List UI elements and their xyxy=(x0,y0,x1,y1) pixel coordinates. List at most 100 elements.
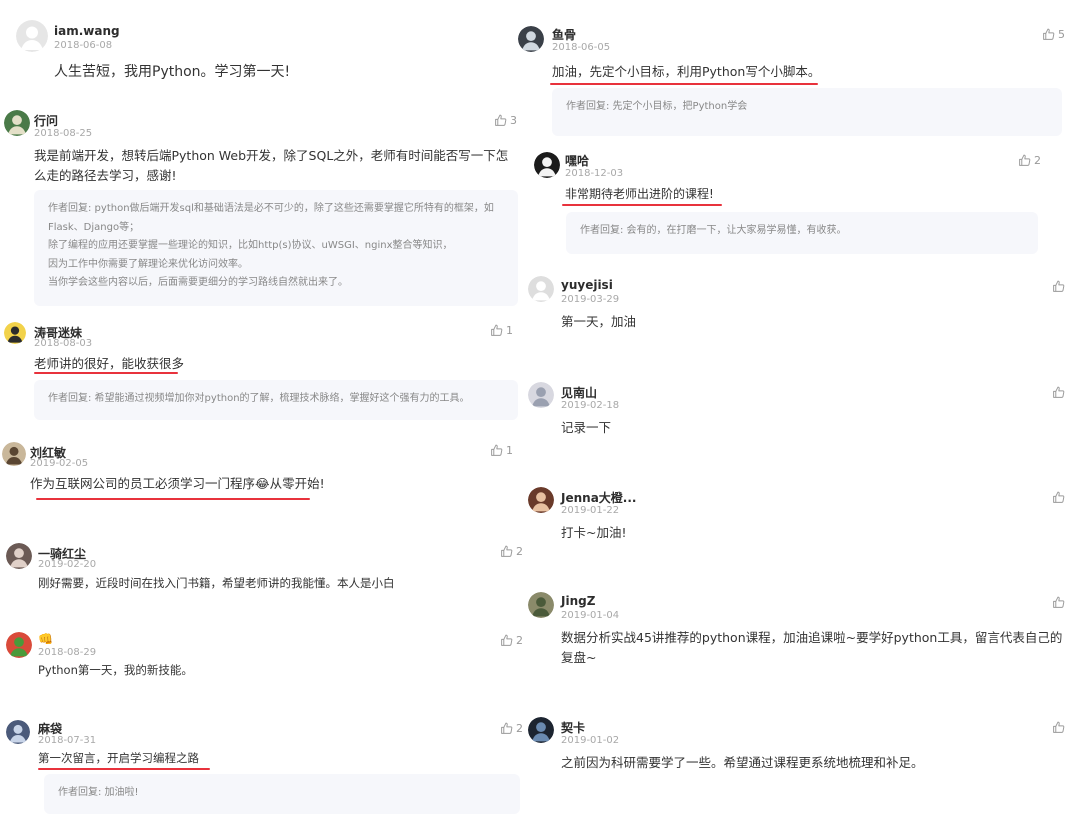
comment-date: 2019-01-04 xyxy=(561,610,620,621)
comment-text: 数据分析实战45讲推荐的python课程，加油追课啦~要学好python工具，留… xyxy=(561,630,1063,665)
commenter-name[interactable]: 行问 xyxy=(34,112,58,129)
author-reply-line: 除了编程的应用还要掌握一些理论的知识，比如http(s)协议、uWSGI、ngi… xyxy=(48,240,453,251)
author-reply-line: 因为工作中你需要了解理论来优化访问效率。 xyxy=(48,258,248,270)
author-reply-line: 作者回复: 先定个小目标，把Python学会 xyxy=(566,101,748,112)
comment-text: 我是前端开发，想转后端Python Web开发，除了SQL之外，老师有时间能否写… xyxy=(34,148,509,183)
commenter-name[interactable]: 👊 xyxy=(38,632,53,646)
like-count: 1 xyxy=(506,324,513,337)
avatar[interactable] xyxy=(528,276,554,302)
thumbs-up-icon xyxy=(490,444,503,457)
comment-text: 加油，先定个小目标，利用Python写个小脚本。 xyxy=(552,64,821,79)
comment-text: Python第一天，我的新技能。 xyxy=(38,663,193,677)
author-reply: 作者回复: 加油啦! xyxy=(44,774,520,814)
thumbs-up-icon xyxy=(490,324,503,337)
highlight-underline xyxy=(36,498,310,500)
thumbs-up-icon xyxy=(1052,596,1065,609)
avatar[interactable] xyxy=(528,717,554,743)
author-reply-line: 作者回复: 会有的，在打磨一下，让大家易学易懂，有收获。 xyxy=(580,225,847,236)
like-button[interactable]: 1 xyxy=(490,444,513,457)
comment-date: 2019-01-22 xyxy=(561,505,620,516)
thumbs-up-icon xyxy=(1052,491,1065,504)
comment-date: 2019-01-02 xyxy=(561,735,620,746)
like-button[interactable] xyxy=(1052,280,1068,293)
avatar[interactable] xyxy=(6,720,30,744)
like-count: 2 xyxy=(516,545,523,558)
like-button[interactable]: 2 xyxy=(500,722,523,735)
commenter-name[interactable]: 见南山 xyxy=(561,384,597,401)
comment-text: 第一次留言，开启学习编程之路 xyxy=(38,751,199,765)
thumbs-up-icon xyxy=(500,722,513,735)
highlight-underline xyxy=(550,83,818,85)
author-reply: 作者回复: python做后端开发sql和基础语法是必不可少的，除了这些还需要掌… xyxy=(34,190,518,306)
comment-date: 2019-02-20 xyxy=(38,559,97,570)
avatar[interactable] xyxy=(528,487,554,513)
like-count: 2 xyxy=(516,634,523,647)
author-reply: 作者回复: 希望能通过视频增加你对python的了解，梳理技术脉络，掌握好这个强… xyxy=(34,380,518,420)
highlight-underline xyxy=(34,372,178,374)
avatar[interactable] xyxy=(4,322,26,344)
highlight-underline xyxy=(38,768,210,770)
commenter-name[interactable]: JingZ xyxy=(561,594,595,608)
comment-text: 刚好需要，近段时间在找入门书籍，希望老师讲的我能懂。本人是小白 xyxy=(38,576,395,590)
comment-date: 2018-06-08 xyxy=(54,40,113,51)
comment-text: 非常期待老师出进阶的课程! xyxy=(565,187,714,201)
author-reply: 作者回复: 会有的，在打磨一下，让大家易学易懂，有收获。 xyxy=(566,212,1038,254)
like-count: 5 xyxy=(1058,28,1065,41)
comment-date: 2019-02-18 xyxy=(561,400,620,411)
highlight-underline xyxy=(562,204,722,206)
commenter-name[interactable]: 嘿哈 xyxy=(565,152,589,169)
comment-text: 之前因为科研需要学了一些。希望通过课程更系统地梳理和补足。 xyxy=(561,755,924,770)
comment-date: 2019-03-29 xyxy=(561,294,620,305)
comment-date: 2018-08-03 xyxy=(34,338,93,349)
comment-date: 2018-08-25 xyxy=(34,128,93,139)
comment-text: 人生苦短，我用Python。学习第一天! xyxy=(54,64,291,80)
like-button[interactable] xyxy=(1052,491,1068,504)
avatar[interactable] xyxy=(6,543,32,569)
author-reply-line: 作者回复: python做后端开发sql和基础语法是必不可少的，除了这些还需要掌… xyxy=(48,203,494,233)
thumbs-up-icon xyxy=(500,545,513,558)
like-button[interactable]: 2 xyxy=(500,545,523,558)
like-button[interactable]: 1 xyxy=(490,324,513,337)
author-reply-line: 作者回复: 加油啦! xyxy=(58,787,139,798)
comment-date: 2019-02-05 xyxy=(30,458,89,469)
like-button[interactable]: 2 xyxy=(1018,154,1041,167)
avatar[interactable] xyxy=(528,382,554,408)
commenter-name[interactable]: 鱼骨 xyxy=(552,26,576,43)
comment-text: 打卡~加油! xyxy=(561,525,627,540)
like-count: 1 xyxy=(506,444,513,457)
like-count: 2 xyxy=(516,722,523,735)
author-reply-line: 当你学会这些内容以后，后面需要更细分的学习路线自然就出来了。 xyxy=(48,277,348,288)
like-button[interactable]: 2 xyxy=(500,634,523,647)
comment-date: 2018-08-29 xyxy=(38,647,97,658)
commenter-name[interactable]: iam.wang xyxy=(54,24,120,38)
thumbs-up-icon xyxy=(494,114,507,127)
avatar[interactable] xyxy=(16,20,48,52)
avatar[interactable] xyxy=(534,152,560,178)
comment-text: 作为互联网公司的员工必须学习一门程序😂从零开始! xyxy=(30,476,325,491)
author-reply-line: 作者回复: 希望能通过视频增加你对python的了解，梳理技术脉络，掌握好这个强… xyxy=(48,393,470,404)
thumbs-up-icon xyxy=(1018,154,1031,167)
thumbs-up-icon xyxy=(1042,28,1055,41)
commenter-name[interactable]: 契卡 xyxy=(561,719,585,736)
comment-date: 2018-12-03 xyxy=(565,168,624,179)
comment-text: 记录一下 xyxy=(561,420,612,435)
avatar[interactable] xyxy=(4,110,30,136)
commenter-name[interactable]: yuyejisi xyxy=(561,278,613,292)
commenter-name[interactable]: Jenna大橙... xyxy=(561,489,636,506)
like-button[interactable]: 5 xyxy=(1042,28,1065,41)
like-button[interactable]: 3 xyxy=(494,114,517,127)
like-button[interactable] xyxy=(1052,721,1068,734)
avatar[interactable] xyxy=(518,26,544,52)
like-button[interactable] xyxy=(1052,386,1068,399)
comment-date: 2018-07-31 xyxy=(38,735,97,746)
thumbs-up-icon xyxy=(500,634,513,647)
author-reply: 作者回复: 先定个小目标，把Python学会 xyxy=(552,88,1062,136)
like-button[interactable] xyxy=(1052,596,1068,609)
avatar[interactable] xyxy=(528,592,554,618)
avatar[interactable] xyxy=(2,442,26,466)
comment-text: 第一天，加油 xyxy=(561,314,637,329)
thumbs-up-icon xyxy=(1052,721,1065,734)
comment-date: 2018-06-05 xyxy=(552,42,611,53)
avatar[interactable] xyxy=(6,632,32,658)
like-count: 2 xyxy=(1034,154,1041,167)
